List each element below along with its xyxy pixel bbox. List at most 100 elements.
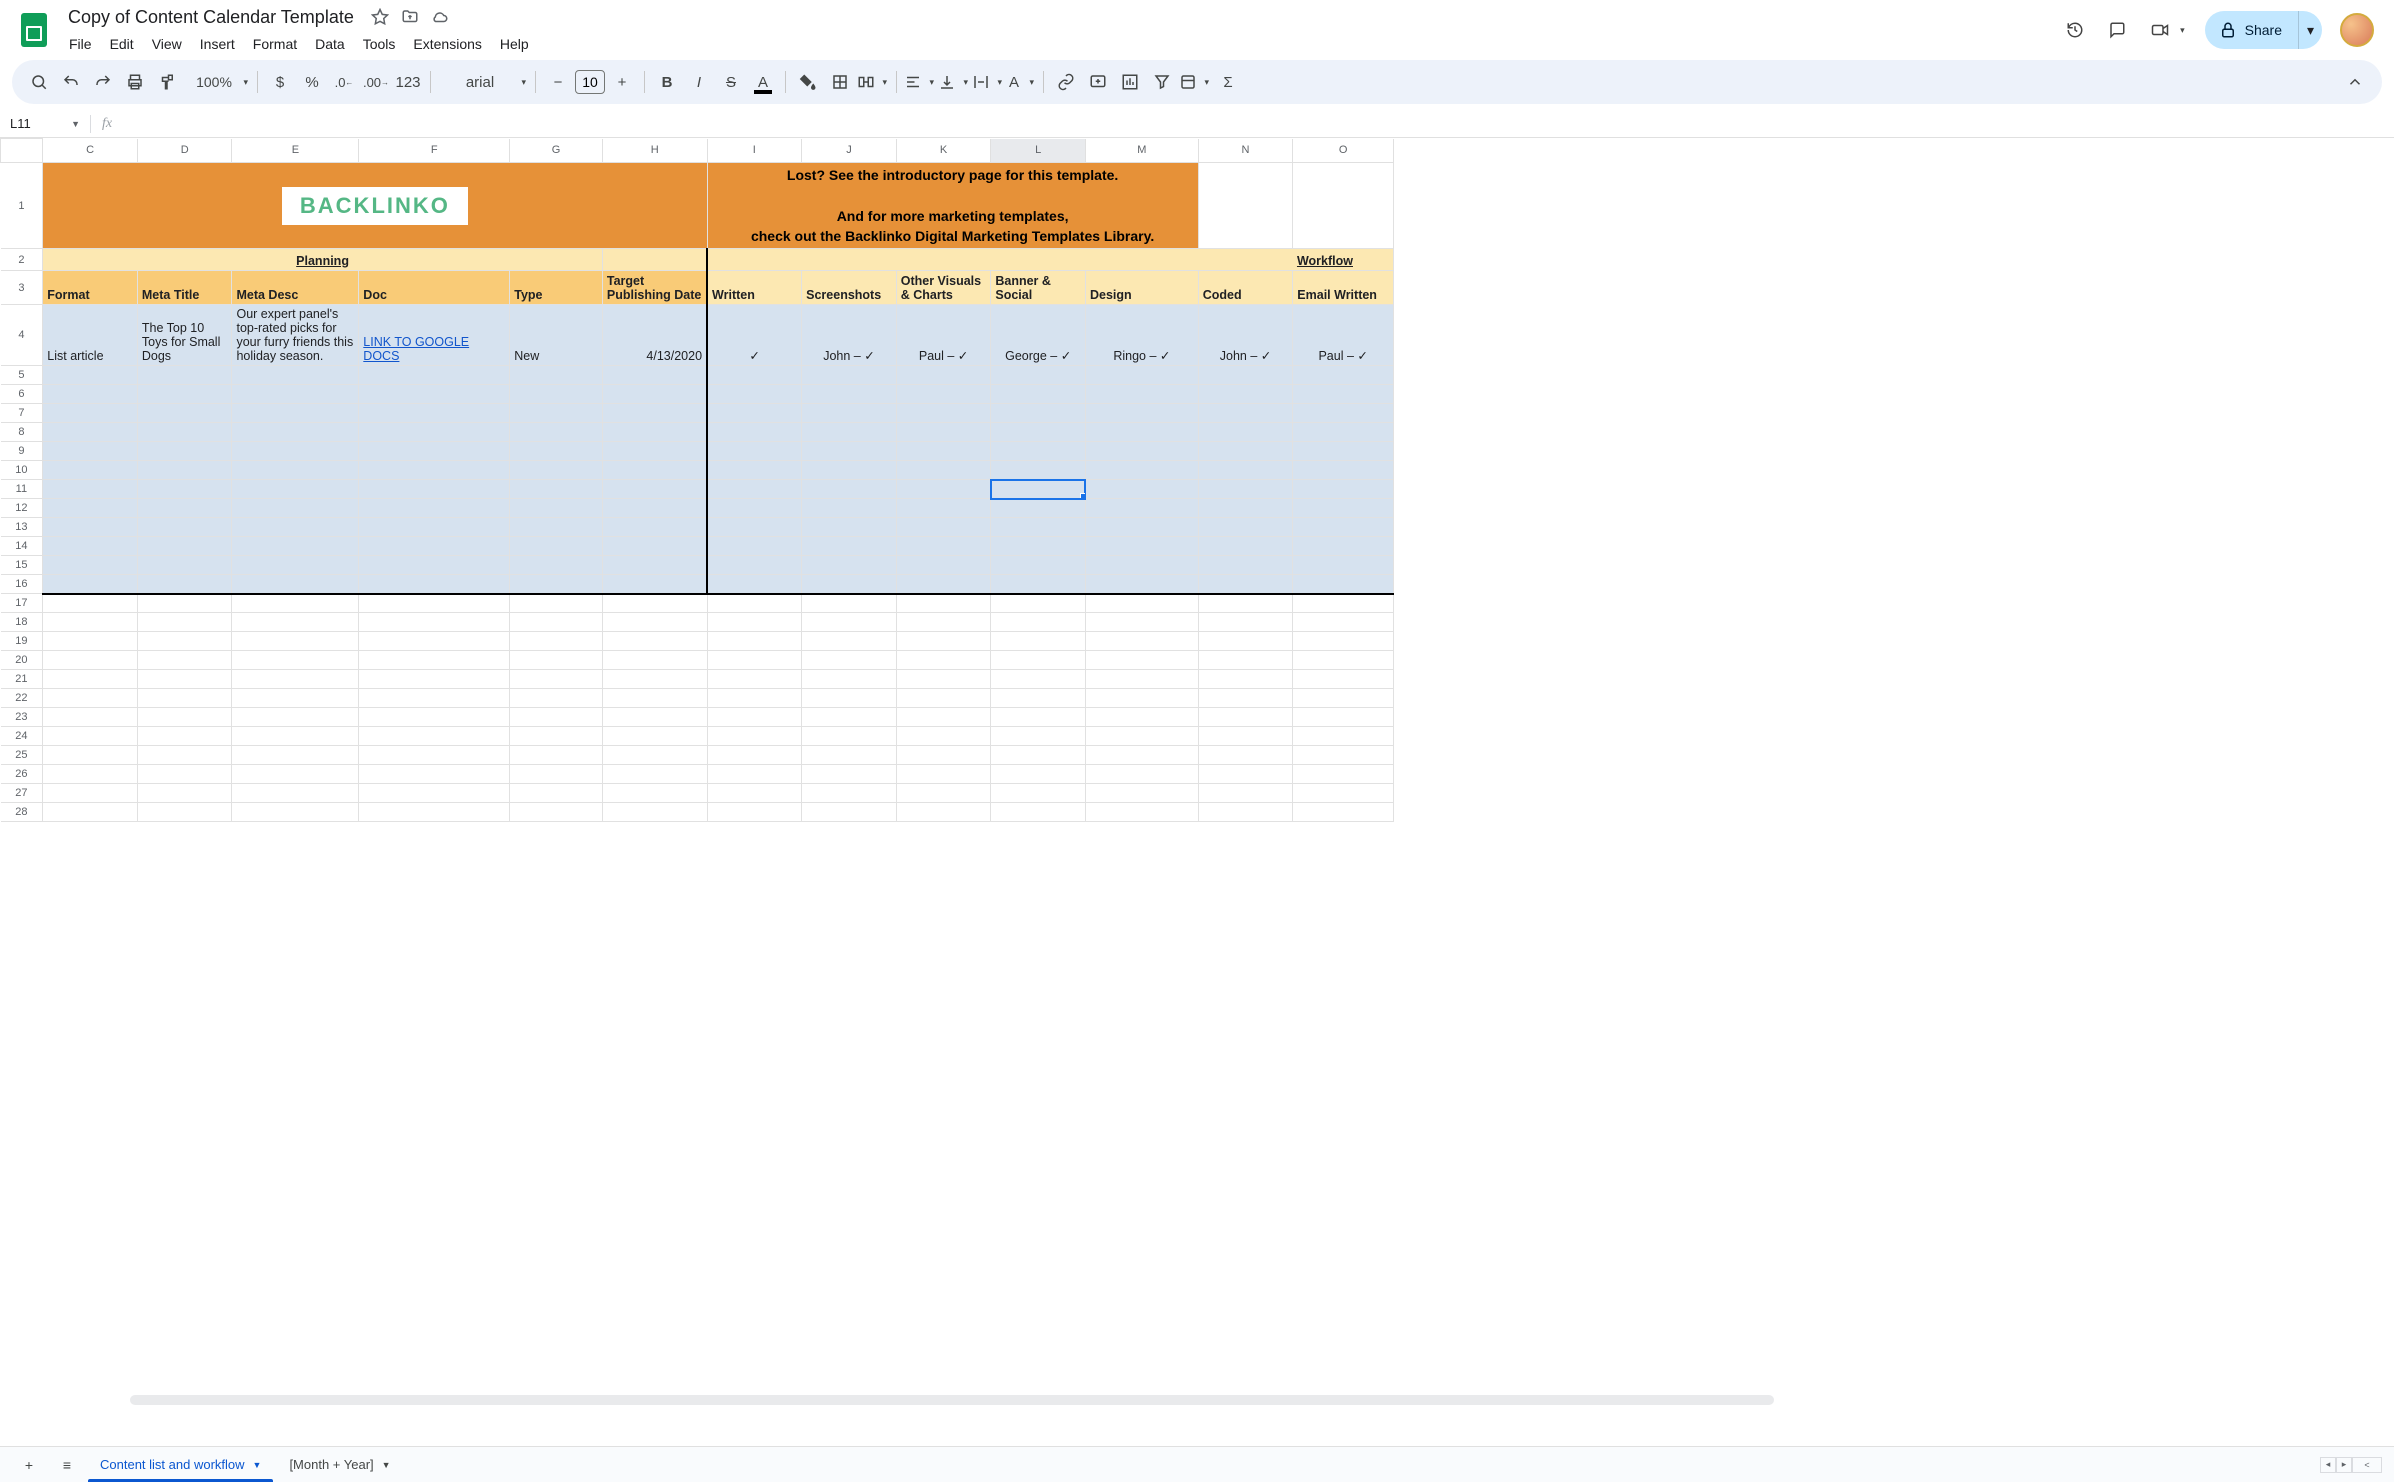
zoom-dropdown[interactable]: 100% xyxy=(184,67,250,97)
cell[interactable] xyxy=(602,689,707,708)
row-header[interactable]: 25 xyxy=(1,746,43,765)
header-cell[interactable]: Meta Desc xyxy=(232,271,359,305)
row-header[interactable]: 21 xyxy=(1,670,43,689)
cell[interactable] xyxy=(137,575,232,594)
cell[interactable] xyxy=(707,461,802,480)
cell[interactable]: ✓ xyxy=(707,305,802,366)
strikethrough-icon[interactable]: S xyxy=(716,67,746,97)
cell[interactable] xyxy=(1293,404,1394,423)
menu-edit[interactable]: Edit xyxy=(103,32,141,56)
cell[interactable] xyxy=(232,499,359,518)
scroll-right-icon[interactable]: ▸ xyxy=(2336,1457,2352,1473)
cell[interactable] xyxy=(43,651,138,670)
cell[interactable] xyxy=(1198,423,1293,442)
menu-help[interactable]: Help xyxy=(493,32,536,56)
cell[interactable] xyxy=(802,442,897,461)
cell[interactable] xyxy=(1085,727,1198,746)
cell[interactable] xyxy=(510,594,603,613)
cell[interactable] xyxy=(1293,442,1394,461)
create-filter-icon[interactable] xyxy=(1147,67,1177,97)
cell[interactable] xyxy=(802,537,897,556)
meet-icon[interactable] xyxy=(2147,18,2187,42)
cell[interactable] xyxy=(137,670,232,689)
share-dropdown[interactable]: ▾ xyxy=(2298,11,2322,49)
cell[interactable] xyxy=(510,366,603,385)
cell[interactable] xyxy=(1198,461,1293,480)
cell[interactable] xyxy=(802,689,897,708)
cell[interactable] xyxy=(359,518,510,537)
cell[interactable] xyxy=(232,385,359,404)
cell[interactable] xyxy=(359,575,510,594)
row-header[interactable]: 28 xyxy=(1,803,43,822)
cell[interactable] xyxy=(602,746,707,765)
cell[interactable] xyxy=(991,423,1086,442)
add-sheet-icon[interactable]: + xyxy=(12,1450,46,1480)
cell[interactable] xyxy=(896,480,991,499)
cell[interactable] xyxy=(43,461,138,480)
cell[interactable] xyxy=(802,765,897,784)
cell[interactable] xyxy=(43,404,138,423)
cell[interactable] xyxy=(707,746,802,765)
font-family-dropdown[interactable]: arial xyxy=(438,67,528,97)
percent-icon[interactable]: % xyxy=(297,67,327,97)
cell[interactable] xyxy=(510,765,603,784)
cell[interactable] xyxy=(359,727,510,746)
cell[interactable] xyxy=(510,480,603,499)
cell[interactable] xyxy=(1085,594,1198,613)
cell[interactable] xyxy=(991,518,1086,537)
cell[interactable] xyxy=(1198,499,1293,518)
cell[interactable] xyxy=(510,784,603,803)
cell[interactable] xyxy=(602,708,707,727)
header-cell[interactable]: Written xyxy=(707,271,802,305)
cell[interactable] xyxy=(896,727,991,746)
menu-data[interactable]: Data xyxy=(308,32,352,56)
header-cell[interactable]: Format xyxy=(43,271,138,305)
col-header[interactable]: N xyxy=(1198,139,1293,163)
cell[interactable] xyxy=(896,803,991,822)
cell[interactable] xyxy=(707,404,802,423)
cell[interactable] xyxy=(896,404,991,423)
share-button[interactable]: Share xyxy=(2205,21,2298,39)
section-planning[interactable]: Planning xyxy=(43,249,603,271)
cell[interactable] xyxy=(137,727,232,746)
cell[interactable] xyxy=(602,537,707,556)
cell[interactable] xyxy=(707,784,802,803)
cell[interactable] xyxy=(602,556,707,575)
cell[interactable] xyxy=(707,613,802,632)
merge-cells-icon[interactable] xyxy=(857,67,889,97)
cell[interactable] xyxy=(602,461,707,480)
cell[interactable] xyxy=(1085,670,1198,689)
cell[interactable] xyxy=(896,594,991,613)
cell[interactable] xyxy=(802,461,897,480)
row-header[interactable]: 23 xyxy=(1,708,43,727)
row-header[interactable]: 1 xyxy=(1,163,43,249)
cell[interactable] xyxy=(43,442,138,461)
cell[interactable]: List article xyxy=(43,305,138,366)
cell[interactable] xyxy=(896,632,991,651)
cell[interactable] xyxy=(991,746,1086,765)
explore-icon[interactable]: < xyxy=(2352,1457,2382,1473)
col-header[interactable]: O xyxy=(1293,139,1394,163)
name-box[interactable]: L11 ▼ xyxy=(0,116,90,131)
horizontal-align-icon[interactable] xyxy=(904,67,936,97)
cell[interactable] xyxy=(602,575,707,594)
sheet-tab[interactable]: [Month + Year] ▼ xyxy=(277,1448,402,1482)
cell[interactable] xyxy=(359,803,510,822)
row-header[interactable]: 24 xyxy=(1,727,43,746)
cell[interactable] xyxy=(43,784,138,803)
cell[interactable] xyxy=(1085,613,1198,632)
cell[interactable] xyxy=(137,404,232,423)
cell[interactable]: Paul – ✓ xyxy=(1293,305,1394,366)
text-wrap-icon[interactable] xyxy=(972,67,1004,97)
comments-icon[interactable] xyxy=(2105,18,2129,42)
row-header[interactable]: 26 xyxy=(1,765,43,784)
cell[interactable] xyxy=(232,556,359,575)
row-header[interactable]: 12 xyxy=(1,499,43,518)
cell[interactable] xyxy=(802,651,897,670)
cloud-status-icon[interactable] xyxy=(430,7,450,27)
cell[interactable]: Our expert panel's top-rated picks for y… xyxy=(232,305,359,366)
cell[interactable] xyxy=(510,499,603,518)
cell[interactable] xyxy=(232,727,359,746)
cell[interactable] xyxy=(359,594,510,613)
cell[interactable] xyxy=(232,594,359,613)
